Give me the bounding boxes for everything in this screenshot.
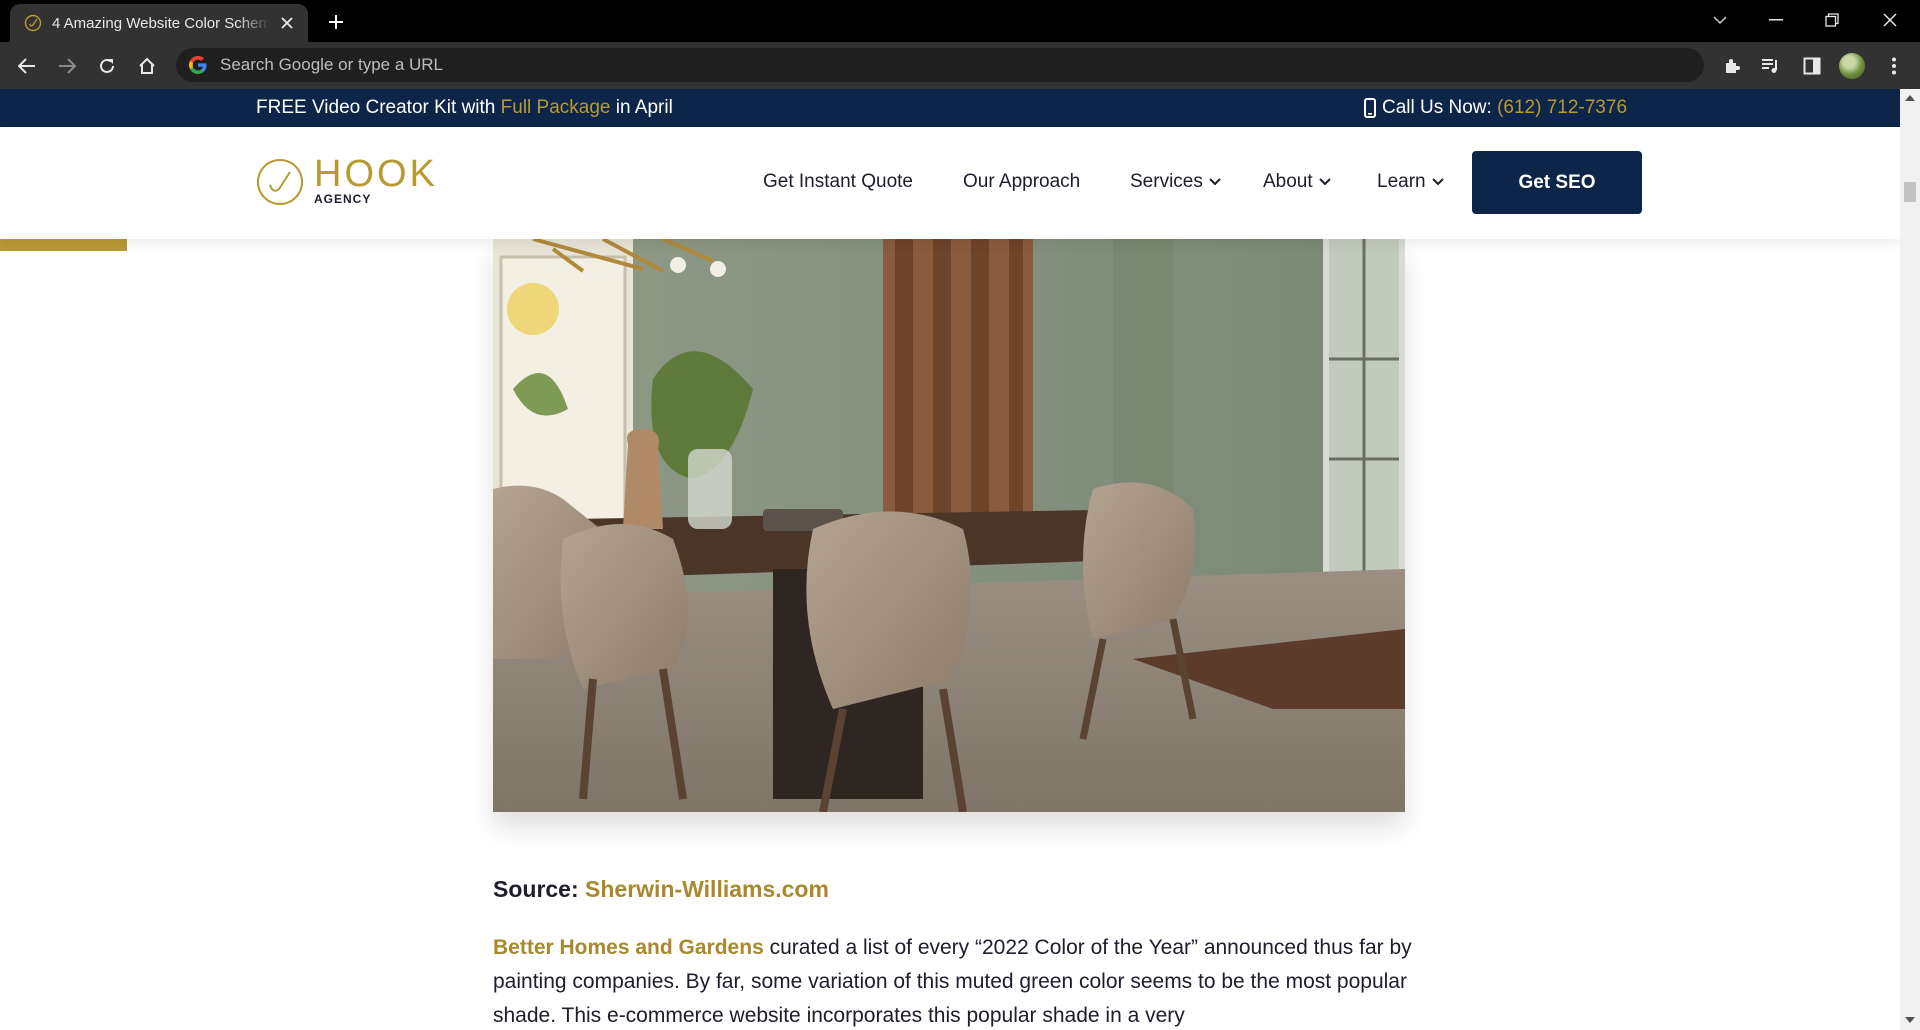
sherwin-williams-link[interactable]: Sherwin-Williams.com xyxy=(585,876,829,902)
close-tab-icon[interactable] xyxy=(278,14,296,32)
profile-avatar[interactable] xyxy=(1839,53,1865,79)
page-scrollbar[interactable] xyxy=(1900,89,1920,1030)
chevron-down-icon xyxy=(1318,178,1331,186)
media-controls-icon[interactable] xyxy=(1757,52,1785,80)
close-window-icon[interactable] xyxy=(1876,8,1904,32)
nav-services[interactable]: Services xyxy=(1130,171,1221,193)
promo-text: FREE Video Creator Kit with Full Package… xyxy=(256,97,673,119)
phone-icon xyxy=(1364,98,1376,118)
better-homes-link[interactable]: Better Homes and Gardens xyxy=(493,936,764,959)
get-seo-button[interactable]: Get SEO xyxy=(1472,151,1642,214)
scrollbar-thumb[interactable] xyxy=(1904,182,1916,202)
chrome-menu-icon[interactable] xyxy=(1880,52,1908,80)
promo-bar: FREE Video Creator Kit with Full Package… xyxy=(0,89,1900,127)
new-tab-plus-icon[interactable] xyxy=(324,10,348,34)
forward-icon[interactable] xyxy=(53,52,81,80)
nav-get-instant-quote[interactable]: Get Instant Quote xyxy=(763,171,913,193)
reading-progress-fill xyxy=(0,239,128,251)
browser-tab[interactable]: 4 Amazing Website Color Schemes xyxy=(10,4,308,42)
address-bar[interactable] xyxy=(176,48,1704,82)
source-label: Source: xyxy=(493,876,586,902)
promo-suffix: in April xyxy=(610,97,673,118)
restore-icon[interactable] xyxy=(1818,8,1846,32)
tab-title: 4 Amazing Website Color Schemes xyxy=(52,14,270,32)
url-input[interactable] xyxy=(218,54,1622,76)
nav-about[interactable]: About xyxy=(1263,171,1331,193)
hook-favicon-icon xyxy=(24,14,42,32)
dining-room-photo xyxy=(493,239,1405,812)
logo-name: HOOK xyxy=(314,153,438,195)
reload-icon[interactable] xyxy=(93,52,121,80)
nav-services-label: Services xyxy=(1130,171,1203,192)
google-icon xyxy=(188,55,208,75)
phone-link[interactable]: (612) 712-7376 xyxy=(1497,97,1627,119)
minimize-icon[interactable] xyxy=(1762,8,1790,32)
scroll-down-arrow-icon[interactable] xyxy=(1905,1015,1915,1025)
hook-logo-mark-icon xyxy=(257,158,303,205)
image-source: Source: Sherwin-Williams.com xyxy=(493,876,829,903)
tab-search-chevron-icon[interactable] xyxy=(1706,8,1734,32)
chevron-down-icon xyxy=(1431,178,1444,186)
nav-about-label: About xyxy=(1263,171,1313,192)
full-package-link[interactable]: Full Package xyxy=(501,97,611,118)
scroll-up-arrow-icon[interactable] xyxy=(1905,93,1915,103)
nav-learn-label: Learn xyxy=(1377,171,1426,192)
hook-agency-logo[interactable]: HOOK AGENCY xyxy=(256,153,438,206)
chevron-down-icon xyxy=(1209,178,1221,186)
browser-toolbar xyxy=(0,42,1920,89)
call-us: Call Us Now: (612) 712-7376 xyxy=(1364,97,1627,119)
back-icon[interactable] xyxy=(13,52,41,80)
nav-learn[interactable]: Learn xyxy=(1377,171,1444,193)
article-paragraph: Better Homes and Gardens curated a list … xyxy=(493,931,1413,1030)
extensions-icon[interactable] xyxy=(1718,52,1746,80)
promo-prefix: FREE Video Creator Kit with xyxy=(256,97,501,118)
nav-our-approach[interactable]: Our Approach xyxy=(963,171,1080,193)
home-icon[interactable] xyxy=(133,52,161,80)
call-label: Call Us Now: xyxy=(1382,97,1498,118)
main-navigation: HOOK AGENCY Get Instant Quote Our Approa… xyxy=(0,127,1900,239)
reading-progress-bar xyxy=(0,239,1900,251)
page-viewport: FREE Video Creator Kit with Full Package… xyxy=(0,89,1900,1030)
side-panel-icon[interactable] xyxy=(1798,52,1826,80)
browser-tab-strip: 4 Amazing Website Color Schemes xyxy=(0,0,1920,42)
